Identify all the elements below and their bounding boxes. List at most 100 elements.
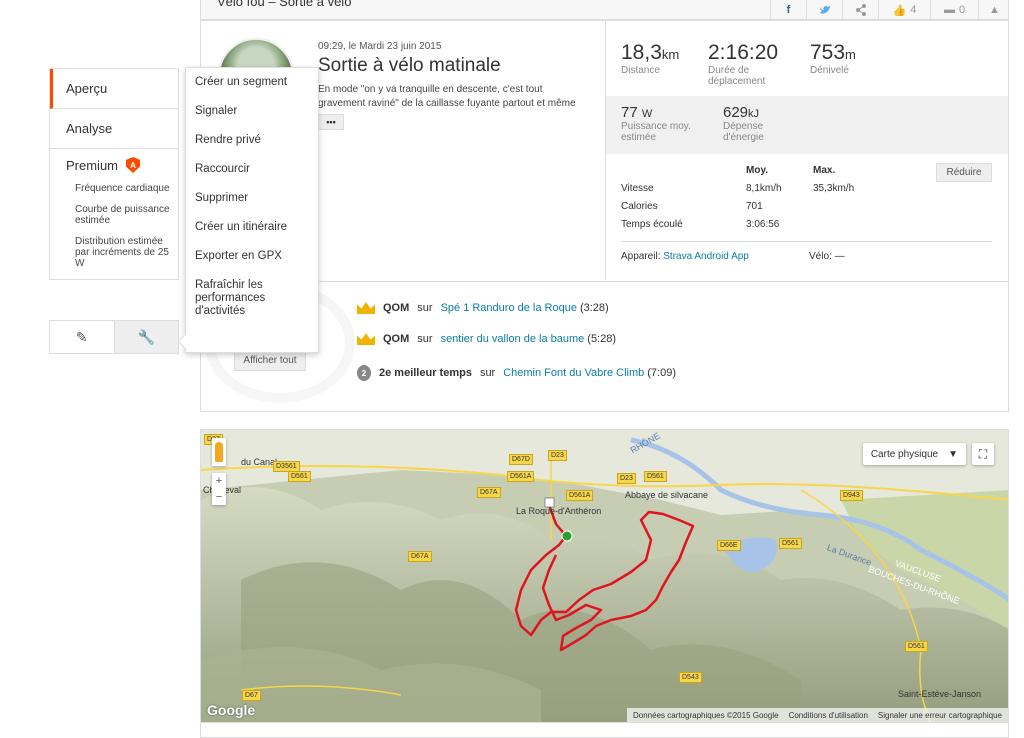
menu-item-report[interactable]: Signaler xyxy=(186,101,318,130)
route-map[interactable]: La Roque-d'Anthéron Abbaye de silvacane … xyxy=(200,429,1009,723)
map-type-select[interactable]: Carte physique ▼ xyxy=(862,443,966,465)
map-report-link[interactable]: Signaler une erreur cartographique xyxy=(878,711,1002,720)
table-row: Vitesse 8,1km/h 35,3km/h xyxy=(621,183,1001,197)
sidebar-item-apercu[interactable]: Aperçu xyxy=(50,69,178,109)
menu-item-refresh-achievements[interactable]: Rafraîchir les performances d'activités xyxy=(186,275,318,318)
moving-time-value: 2:16:20 xyxy=(708,41,779,64)
facebook-share-button[interactable]: f xyxy=(770,0,806,20)
segment-link[interactable]: sentier du vallon de la baume xyxy=(441,333,585,345)
stat-energy: 629kJ Dépense d'énergie xyxy=(723,104,803,143)
premium-shield-icon: A xyxy=(126,157,141,173)
menu-item-export-gpx[interactable]: Exporter en GPX xyxy=(186,246,318,275)
energy-label: Dépense d'énergie xyxy=(723,121,764,143)
actions-dropdown-menu: Créer un segment Signaler Rendre privé R… xyxy=(185,67,319,353)
comment-button[interactable]: ▬ 0 xyxy=(930,0,978,20)
road-badge: D67A xyxy=(408,551,432,562)
menu-item-make-private[interactable]: Rendre privé xyxy=(186,130,318,159)
road-badge: D561 xyxy=(779,538,802,549)
street-view-pegman[interactable] xyxy=(212,438,226,466)
segment-link[interactable]: Chemin Font du Vabre Climb xyxy=(503,367,644,379)
bike-label: Vélo: xyxy=(809,251,832,262)
achievement-item: 2 2e meilleur temps sur Chemin Font du V… xyxy=(357,365,676,381)
achievement-time: (3:28) xyxy=(579,302,609,314)
twitter-icon xyxy=(819,6,830,14)
menu-item-crop[interactable]: Raccourcir xyxy=(186,159,318,188)
table-row: Temps écoulé 3:06:56 xyxy=(621,219,1001,233)
collapse-button[interactable]: ▲ xyxy=(978,0,1010,20)
show-more-button[interactable]: ••• xyxy=(318,114,344,130)
achievement-sep: sur xyxy=(417,302,433,314)
kudos-count: 4 xyxy=(910,4,917,16)
map-terms-link[interactable]: Conditions d'utilisation xyxy=(789,711,868,720)
device-info: Appareil: Strava Android App xyxy=(621,251,749,262)
power-label: Puissance moy. estimée xyxy=(621,121,691,143)
zoom-in-button[interactable]: + xyxy=(216,475,222,487)
row-avg: 701 xyxy=(746,201,763,212)
stat-elevation: 753m Dénivelé xyxy=(810,41,856,76)
reduce-button[interactable]: Réduire xyxy=(936,163,992,182)
map-data-credit: Données cartographiques ©2015 Google xyxy=(633,710,779,720)
column-max-header: Max. xyxy=(813,165,836,176)
energy-value: 629 xyxy=(723,104,749,121)
achievement-item: QOM sur Spé 1 Randuro de la Roque (3:28) xyxy=(357,302,609,314)
header-title: Vélo fou – Sortie à vélo xyxy=(217,0,352,9)
achievement-title: 2e meilleur temps xyxy=(379,367,472,379)
fullscreen-button[interactable]: ⛶ xyxy=(972,443,994,465)
bike-value: — xyxy=(834,251,845,262)
column-avg-header: Moy. xyxy=(746,165,769,176)
row-avg: 3:06:56 xyxy=(746,219,780,230)
edit-button[interactable]: ✎ xyxy=(50,321,114,353)
segment-link[interactable]: Spé 1 Randuro de la Roque xyxy=(441,302,577,314)
elevation-unit: m xyxy=(845,47,856,62)
sidebar-subitem-power-curve[interactable]: Courbe de puissance estimée xyxy=(50,204,178,236)
chevron-up-icon: ▲ xyxy=(989,4,1000,16)
row-label: Temps écoulé xyxy=(621,219,683,230)
activity-header: Vélo fou – Sortie à vélo f 👍 4 ▬ 0 ▲ xyxy=(200,0,1009,20)
sidebar-subitem-heart-rate[interactable]: Fréquence cardiaque xyxy=(50,183,178,204)
road-badge: D23 xyxy=(548,450,567,461)
twitter-share-button[interactable] xyxy=(806,0,842,20)
thumbs-up-icon: 👍 xyxy=(892,4,907,17)
achievement-item: QOM sur sentier du vallon de la baume (5… xyxy=(357,333,616,345)
sidebar-item-premium[interactable]: Premium A xyxy=(50,149,178,183)
device-label: Appareil: xyxy=(621,251,661,262)
distance-label: Distance xyxy=(621,65,660,76)
kudos-button[interactable]: 👍 4 xyxy=(878,0,930,20)
actions-button[interactable]: 🔧 xyxy=(113,321,178,353)
elevation-label: Dénivelé xyxy=(810,65,849,76)
achievement-title: QOM xyxy=(383,333,410,345)
row-label: Vitesse xyxy=(621,183,654,194)
road-badge: D67 xyxy=(242,690,261,701)
energy-unit: kJ xyxy=(748,108,760,120)
road-badge: D67D xyxy=(509,454,533,465)
sidebar-item-analyse[interactable]: Analyse xyxy=(50,109,178,149)
menu-item-create-segment[interactable]: Créer un segment xyxy=(186,72,318,101)
tools-bar: ✎ 🔧 xyxy=(49,320,179,354)
distance-value: 18,3 xyxy=(621,41,662,64)
divider xyxy=(201,281,1008,282)
road-badge: D561A xyxy=(507,471,535,482)
menu-item-delete[interactable]: Supprimer xyxy=(186,188,318,217)
sidebar-subitem-power-distribution[interactable]: Distribution estimée par incréments de 2… xyxy=(50,236,178,279)
distance-unit: km xyxy=(661,47,680,62)
road-badge: D561 xyxy=(288,471,311,482)
facebook-icon: f xyxy=(786,4,791,16)
activity-title: Sortie à vélo matinale xyxy=(318,55,501,76)
road-badge: D66E xyxy=(717,540,741,551)
show-all-button[interactable]: Afficher tout xyxy=(234,350,306,371)
share-icon xyxy=(855,4,866,16)
crown-icon xyxy=(357,302,375,314)
achievement-sep: sur xyxy=(479,367,496,379)
map-resize-handle[interactable] xyxy=(200,723,1009,738)
pencil-icon: ✎ xyxy=(75,328,88,345)
zoom-out-button[interactable]: − xyxy=(216,491,222,503)
road-badge: D543 xyxy=(679,672,702,683)
device-link[interactable]: Strava Android App xyxy=(663,251,749,262)
menu-item-create-route[interactable]: Créer un itinéraire xyxy=(186,217,318,246)
crown-icon xyxy=(357,333,375,345)
road-badge: D67A xyxy=(477,487,501,498)
road-badge: D943 xyxy=(840,490,863,501)
share-button[interactable] xyxy=(842,0,878,20)
road-badge: D23 xyxy=(617,473,636,484)
map-label: du Canal xyxy=(241,457,278,467)
